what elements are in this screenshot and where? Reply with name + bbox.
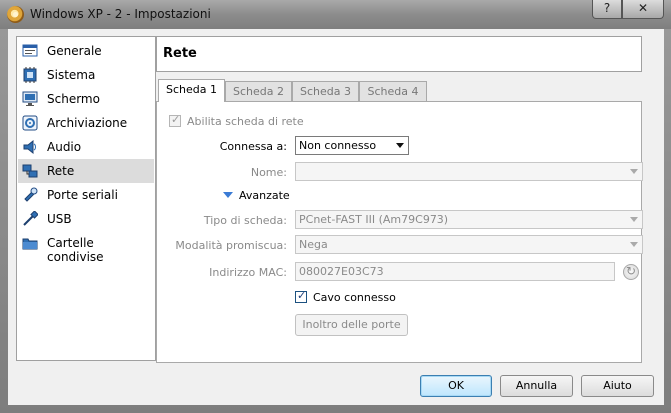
system-chip-icon xyxy=(23,67,37,83)
general-icon xyxy=(22,44,38,57)
cable-connected-label: Cavo connesso xyxy=(313,291,396,304)
enable-adapter-checkbox[interactable] xyxy=(169,113,181,127)
sidebar-item-label: Cartelle condivise xyxy=(47,236,104,264)
sidebar-item-sistema[interactable]: Sistema xyxy=(18,63,154,87)
chevron-down-icon xyxy=(630,242,638,247)
tab-scheda-3[interactable]: Scheda 3 xyxy=(292,81,359,101)
help-button[interactable]: Aiuto xyxy=(581,375,654,397)
usb-icon xyxy=(23,211,38,226)
page-header: Rete xyxy=(156,36,642,72)
sidebar-item-schermo[interactable]: Schermo xyxy=(18,87,154,111)
adapter-type-combo[interactable]: PCnet-FAST III (Am79C973) xyxy=(295,210,643,229)
help-title-button[interactable]: ? xyxy=(592,0,622,19)
sidebar-item-cartelle-condivise[interactable]: Cartelle condivise xyxy=(18,231,154,264)
ok-button[interactable]: OK xyxy=(420,375,492,397)
cancel-button[interactable]: Annulla xyxy=(500,375,573,397)
sidebar-item-label: Generale xyxy=(47,44,102,58)
chevron-down-icon xyxy=(396,143,404,148)
sidebar-item-label: USB xyxy=(47,212,72,226)
settings-window: Windows XP - 2 - Impostazioni ? ✕ Genera… xyxy=(0,0,671,413)
mac-address-label: Indirizzo MAC: xyxy=(209,266,287,279)
serial-port-icon xyxy=(24,187,38,202)
adapter-type-label: Tipo di scheda: xyxy=(203,214,287,227)
monitor-icon xyxy=(22,91,38,106)
close-window-button[interactable]: ✕ xyxy=(622,0,664,19)
storage-disk-icon xyxy=(22,115,38,131)
dialog-client-area: Generale Sistema Schermo Archiviazione A… xyxy=(8,29,664,405)
window-title: Windows XP - 2 - Impostazioni xyxy=(30,7,211,21)
attached-to-combo[interactable]: Non connesso xyxy=(295,136,409,155)
sidebar-item-usb[interactable]: USB xyxy=(18,207,154,231)
page-title: Rete xyxy=(163,46,197,61)
regenerate-mac-icon[interactable] xyxy=(623,264,639,280)
advanced-toggle-label[interactable]: Avanzate xyxy=(239,189,290,202)
sidebar-item-audio[interactable]: Audio xyxy=(18,135,154,159)
speaker-icon xyxy=(23,139,36,155)
adapter-tab-panel: Abilita scheda di rete Connessa a: Non c… xyxy=(156,101,643,363)
chevron-down-icon xyxy=(630,217,638,222)
attached-to-value: Non connesso xyxy=(299,139,377,152)
sidebar-item-label: Archiviazione xyxy=(47,116,128,130)
promiscuous-mode-value: Nega xyxy=(299,238,328,251)
name-combo[interactable] xyxy=(295,162,643,181)
sidebar-item-porte-seriali[interactable]: Porte seriali xyxy=(18,183,154,207)
adapter-type-value: PCnet-FAST III (Am79C973) xyxy=(299,213,449,226)
sidebar-item-rete[interactable]: Rete xyxy=(18,159,154,183)
title-bar[interactable]: Windows XP - 2 - Impostazioni ? ✕ xyxy=(0,0,671,29)
virtualbox-app-icon xyxy=(7,6,24,23)
mac-address-field[interactable]: 080027E03C73 xyxy=(295,262,615,281)
sidebar-item-generale[interactable]: Generale xyxy=(18,39,154,63)
name-label: Nome: xyxy=(250,166,287,179)
disclosure-triangle-icon[interactable] xyxy=(223,192,233,198)
sidebar-item-label: Audio xyxy=(47,140,82,154)
network-icon xyxy=(22,164,38,178)
sidebar-item-label: Sistema xyxy=(47,68,96,82)
tab-scheda-2[interactable]: Scheda 2 xyxy=(225,81,292,101)
sidebar-item-archiviazione[interactable]: Archiviazione xyxy=(18,111,154,135)
sidebar-item-label: Porte seriali xyxy=(47,188,118,202)
sidebar-item-label: Rete xyxy=(47,164,75,178)
settings-category-list: Generale Sistema Schermo Archiviazione A… xyxy=(16,36,156,361)
cable-connected-checkbox[interactable] xyxy=(295,289,307,303)
tab-scheda-4[interactable]: Scheda 4 xyxy=(359,81,427,101)
chevron-down-icon xyxy=(630,169,638,174)
port-forwarding-button[interactable]: Inoltro delle porte xyxy=(295,314,408,336)
tab-scheda-1[interactable]: Scheda 1 xyxy=(158,79,225,102)
enable-adapter-label: Abilita scheda di rete xyxy=(187,115,304,128)
promiscuous-mode-combo[interactable]: Nega xyxy=(295,235,643,254)
sidebar-item-label: Schermo xyxy=(47,92,100,106)
attached-to-label: Connessa a: xyxy=(219,140,287,153)
shared-folder-icon xyxy=(22,238,38,250)
promiscuous-mode-label: Modalità promiscua: xyxy=(175,239,287,252)
